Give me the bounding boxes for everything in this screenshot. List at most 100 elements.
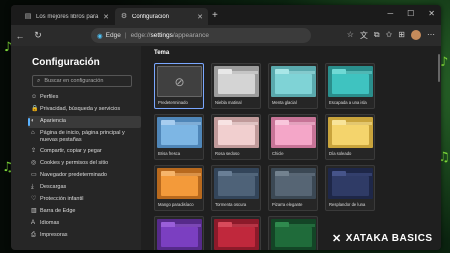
theme-card[interactable]: Niebla matinal	[211, 63, 261, 109]
sidebar-item-label: Idiomas	[40, 220, 60, 226]
theme-preview	[271, 219, 316, 250]
theme-card[interactable]: Escapada a una isla	[325, 63, 375, 109]
theme-name: Escapada a una isla	[329, 100, 367, 105]
divider: |	[124, 32, 127, 39]
sidebar-item-lock[interactable]: 🔒 Privacidad, búsqueda y servicios	[28, 104, 141, 116]
sidebar-item-browser[interactable]: ▭ Navegador predeterminado	[28, 170, 141, 182]
download-icon: ⤓	[31, 184, 34, 190]
theme-card[interactable]: Ciruela jugosa	[154, 216, 204, 250]
sidebar-item-language[interactable]: A Idiomas	[28, 218, 141, 230]
translate-icon[interactable]: 文	[360, 30, 368, 41]
theme-name: Día soleado	[329, 151, 352, 156]
new-tab-button[interactable]: +	[212, 10, 218, 21]
family-icon: ♡	[31, 196, 37, 202]
theme-card[interactable]: Pizarra elegante	[268, 165, 318, 211]
favorites-icon[interactable]: ✩	[386, 30, 393, 41]
tab-strip: ▤ Los mejores libros para regalar... ✕ ⚙…	[11, 5, 441, 25]
theme-preview	[214, 117, 259, 148]
sidebar-item-label: Barra de Edge	[40, 208, 76, 214]
theme-name: Tormenta oscura	[215, 202, 247, 207]
close-window-icon[interactable]: ✕	[428, 9, 435, 18]
sidebar-item-label: Privacidad, búsqueda y servicios	[40, 106, 121, 112]
sidebar-item-cookie[interactable]: ◎ Cookies y permisos del sitio	[28, 158, 141, 170]
theme-card[interactable]: Brisa fresca	[154, 114, 204, 160]
printer-icon: ⎙	[31, 232, 36, 238]
theme-card[interactable]: Día soleado	[325, 114, 375, 160]
theme-card[interactable]: Resplandor de luna	[325, 165, 375, 211]
sidebar-item-label: Cookies y permisos del sitio	[40, 160, 109, 166]
theme-name: Menta glacial	[272, 100, 297, 105]
watermark: ✕ XATAKA BASICS	[332, 232, 433, 245]
sidebar-item-label: Navegador predeterminado	[40, 172, 107, 178]
theme-name: Chicle	[272, 151, 284, 156]
theme-preview	[328, 168, 373, 199]
theme-card[interactable]: Rosa sedoso	[211, 114, 261, 160]
avatar[interactable]	[411, 30, 421, 40]
xataka-logo-icon: ✕	[332, 233, 342, 245]
theme-card[interactable]: Mango paradisíaco	[154, 165, 204, 211]
sidebar-item-label: Descargas	[40, 184, 67, 190]
edge-logo-icon: ◉	[97, 32, 103, 40]
sidebar-item-download[interactable]: ⤓ Descargas	[28, 182, 141, 194]
theme-preview	[271, 66, 316, 97]
edge-bar-icon: ▥	[31, 208, 37, 214]
close-tab-icon[interactable]: ✕	[103, 13, 109, 21]
theme-preview	[271, 168, 316, 199]
theme-preview	[157, 117, 202, 148]
theme-card[interactable]: Bosque místico	[268, 216, 318, 250]
theme-preview	[214, 66, 259, 97]
sidebar-item-person[interactable]: ☺ Perfiles	[28, 92, 141, 104]
tab-title: Los mejores libros para regalar...	[36, 13, 100, 20]
theme-preview	[157, 219, 202, 250]
music-note-icon: ♪	[440, 55, 449, 70]
maximize-icon[interactable]: ☐	[407, 9, 414, 18]
share-icon: ⇪	[31, 148, 37, 154]
site-label: Edge	[105, 32, 121, 39]
cookie-icon: ◎	[31, 160, 37, 166]
sidebar-item-palette[interactable]: ◐ Apariencia	[28, 116, 141, 128]
theme-grid: ⊘ Predeterminado Niebla matinal Menta glaci…	[154, 63, 375, 250]
theme-card[interactable]: ⊘ Predeterminado	[154, 63, 204, 109]
theme-name: Predeterminado	[158, 100, 188, 105]
collections-icon[interactable]: ⧉	[374, 30, 380, 41]
theme-name: Resplandor de luna	[329, 202, 366, 207]
sidebar-item-home[interactable]: ⌂ Página de inicio, página principal y nu…	[28, 128, 141, 146]
tab-settings[interactable]: ⚙ Configuración ✕	[115, 8, 208, 25]
minimize-icon[interactable]: ─	[387, 9, 393, 18]
sidebar-item-edge-bar[interactable]: ▥ Barra de Edge	[28, 206, 141, 218]
theme-card[interactable]: Menta glacial	[268, 63, 318, 109]
tab-title: Configuración	[132, 13, 170, 20]
theme-card[interactable]: Chicle	[268, 114, 318, 160]
theme-card[interactable]: Tormenta oscura	[211, 165, 261, 211]
browser-icon: ▭	[31, 172, 37, 178]
no-theme-icon: ⊘	[174, 74, 185, 89]
sidebar-item-label: Página de inicio, página principal y nue…	[40, 130, 125, 143]
extension-icon[interactable]: ⊞	[398, 30, 405, 41]
close-tab-icon[interactable]: ✕	[197, 13, 203, 21]
search-icon: ⌕	[37, 77, 41, 84]
more-icon[interactable]: ⋯	[427, 30, 435, 41]
sidebar-item-share[interactable]: ⇪ Compartir, copiar y pegar	[28, 146, 141, 158]
sidebar-item-printer[interactable]: ⎙ Impresoras	[28, 230, 141, 242]
theme-preview	[157, 168, 202, 199]
tab-books[interactable]: ▤ Los mejores libros para regalar... ✕	[19, 8, 114, 25]
theme-preview	[328, 66, 373, 97]
address-bar[interactable]: ◉ Edge | edge://settings/appearance	[91, 28, 311, 43]
sidebar-item-label: Apariencia	[40, 118, 66, 124]
toolbar: ← ↻ ◉ Edge | edge://settings/appearance …	[11, 25, 441, 46]
settings-sidebar: Configuración ⌕ Buscar en configuración …	[11, 46, 141, 250]
lock-icon: 🔒	[31, 106, 39, 112]
search-input[interactable]: ⌕ Buscar en configuración	[32, 75, 132, 87]
scrollbar[interactable]	[438, 54, 440, 82]
back-icon[interactable]: ←	[11, 31, 29, 41]
refresh-icon[interactable]: ↻	[29, 30, 47, 41]
sidebar-item-label: Impresoras	[40, 232, 68, 238]
home-icon: ⌂	[31, 130, 35, 136]
sidebar-item-family[interactable]: ♡ Protección infantil	[28, 194, 141, 206]
theme-name: Rosa sedoso	[215, 151, 240, 156]
watermark-text: XATAKA BASICS	[345, 233, 433, 244]
theme-preview: ⊘	[157, 66, 202, 97]
section-title: Tema	[154, 50, 170, 56]
star-icon[interactable]: ☆	[347, 30, 354, 41]
theme-card[interactable]: Rojo picante	[211, 216, 261, 250]
